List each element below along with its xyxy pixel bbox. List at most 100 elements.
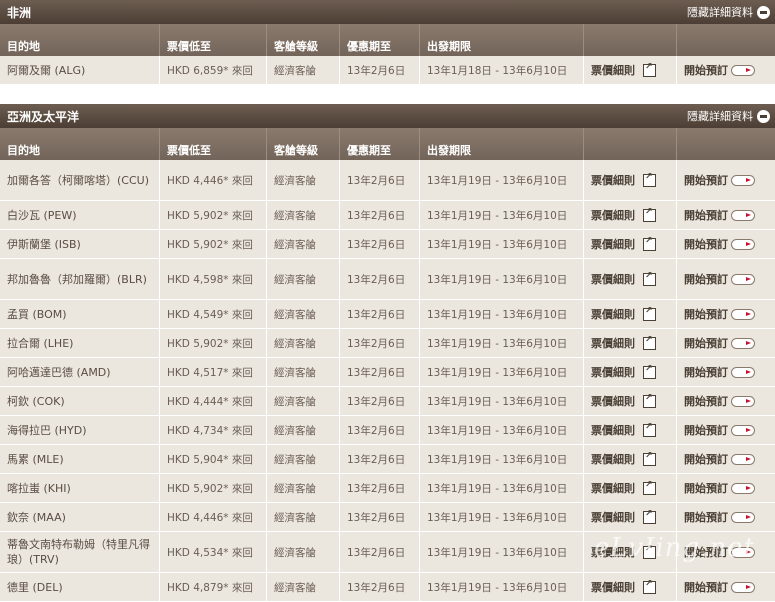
start-booking-button[interactable]: 開始預訂 bbox=[684, 271, 755, 287]
external-link-icon bbox=[643, 393, 656, 408]
start-booking-button[interactable]: 開始預訂 bbox=[684, 236, 755, 252]
external-link-icon bbox=[643, 62, 656, 77]
start-booking-label: 開始預訂 bbox=[684, 238, 728, 251]
book-cell: 開始預訂 bbox=[677, 416, 775, 444]
start-booking-button[interactable]: 開始預訂 bbox=[684, 306, 755, 322]
section-0: 非洲 隱藏詳細資料 目的地 票價低至 客艙等級 優惠期至 出發期限 阿爾及爾 (ALG) HKD… bbox=[0, 0, 775, 85]
fare-rules-label: 票價細則 bbox=[591, 337, 635, 350]
start-booking-button[interactable]: 開始預訂 bbox=[684, 509, 755, 525]
fare-rules-link[interactable]: 票價細則 bbox=[591, 306, 656, 322]
price-cell: HKD 4,517* 來回 bbox=[160, 358, 267, 386]
start-booking-label: 開始預訂 bbox=[684, 337, 728, 350]
offer-expiry-cell: 13年2月6日 bbox=[340, 445, 420, 473]
table-row: 海得拉巴 (HYD) HKD 4,734* 來回 經濟客艙 13年2月6日 13年1月1… bbox=[0, 416, 775, 445]
external-link-icon bbox=[643, 422, 656, 437]
fare-rules-cell: 票價細則 bbox=[584, 573, 677, 601]
start-booking-button[interactable]: 開始預訂 bbox=[684, 393, 755, 409]
hide-details-button[interactable]: 隱藏詳細資料 bbox=[687, 4, 770, 20]
cabin-cell: 經濟客艙 bbox=[267, 230, 340, 258]
fare-rules-label: 票價細則 bbox=[591, 64, 635, 77]
offer-expiry-cell: 13年2月6日 bbox=[340, 259, 420, 299]
fare-rules-link[interactable]: 票價細則 bbox=[591, 172, 656, 188]
fare-rules-link[interactable]: 票價細則 bbox=[591, 271, 656, 287]
start-booking-label: 開始預訂 bbox=[684, 424, 728, 437]
arrow-right-icon bbox=[731, 64, 755, 76]
start-booking-button[interactable]: 開始預訂 bbox=[684, 451, 755, 467]
offer-expiry-cell: 13年2月6日 bbox=[340, 56, 420, 84]
column-header-travel: 出發期限 bbox=[420, 128, 584, 160]
fare-rules-link[interactable]: 票價細則 bbox=[591, 335, 656, 351]
external-link-icon bbox=[643, 579, 656, 594]
cabin-cell: 經濟客艙 bbox=[267, 532, 340, 572]
arrow-right-icon bbox=[731, 308, 755, 320]
book-cell: 開始預訂 bbox=[677, 474, 775, 502]
cabin-cell: 經濟客艙 bbox=[267, 56, 340, 84]
column-header-expiry: 優惠期至 bbox=[340, 128, 420, 160]
destination-cell: 孟買 (BOM) bbox=[0, 300, 160, 328]
fare-rules-link[interactable]: 票價細則 bbox=[591, 509, 656, 525]
table-row: 欽奈 (MAA) HKD 4,446* 來回 經濟客艙 13年2月6日 13年1月19日… bbox=[0, 503, 775, 532]
hide-details-label: 隱藏詳細資料 bbox=[687, 110, 753, 123]
price-cell: HKD 4,446* 來回 bbox=[160, 503, 267, 531]
offer-expiry-cell: 13年2月6日 bbox=[340, 503, 420, 531]
fare-rules-link[interactable]: 票價細則 bbox=[591, 422, 656, 438]
table-row: 邦加魯魯（邦加羅爾）(BLR) HKD 4,598* 來回 經濟客艙 13年2月6日 1… bbox=[0, 259, 775, 300]
start-booking-label: 開始預訂 bbox=[684, 581, 728, 594]
start-booking-button[interactable]: 開始預訂 bbox=[684, 579, 755, 595]
destination-cell: 邦加魯魯（邦加羅爾）(BLR) bbox=[0, 259, 160, 299]
start-booking-label: 開始預訂 bbox=[684, 453, 728, 466]
start-booking-button[interactable]: 開始預訂 bbox=[684, 335, 755, 351]
column-header-dest: 目的地 bbox=[0, 24, 160, 56]
book-cell: 開始預訂 bbox=[677, 503, 775, 531]
fare-rules-cell: 票價細則 bbox=[584, 230, 677, 258]
start-booking-button[interactable]: 開始預訂 bbox=[684, 62, 755, 78]
table-row: 伊斯蘭堡 (ISB) HKD 5,902* 來回 經濟客艙 13年2月6日 13年1月1… bbox=[0, 230, 775, 259]
fare-rules-link[interactable]: 票價細則 bbox=[591, 62, 656, 78]
start-booking-label: 開始預訂 bbox=[684, 308, 728, 321]
start-booking-button[interactable]: 開始預訂 bbox=[684, 364, 755, 380]
offer-expiry-cell: 13年2月6日 bbox=[340, 300, 420, 328]
destination-cell: 馬累 (MLE) bbox=[0, 445, 160, 473]
price-cell: HKD 4,598* 來回 bbox=[160, 259, 267, 299]
price-cell: HKD 4,444* 來回 bbox=[160, 387, 267, 415]
column-header-row: 目的地 票價低至 客艙等級 優惠期至 出發期限 bbox=[0, 128, 775, 160]
fare-rules-label: 票價細則 bbox=[591, 482, 635, 495]
start-booking-button[interactable]: 開始預訂 bbox=[684, 422, 755, 438]
offer-expiry-cell: 13年2月6日 bbox=[340, 358, 420, 386]
table-row: 孟買 (BOM) HKD 4,549* 來回 經濟客艙 13年2月6日 13年1月19日… bbox=[0, 300, 775, 329]
table-row: 加爾各答（柯爾喀塔）(CCU) HKD 4,446* 來回 經濟客艙 13年2月6日 1… bbox=[0, 160, 775, 201]
external-link-icon bbox=[643, 236, 656, 251]
travel-period-cell: 13年1月19日 - 13年6月10日 bbox=[420, 201, 584, 229]
fare-rules-cell: 票價細則 bbox=[584, 445, 677, 473]
arrow-right-icon bbox=[731, 174, 755, 186]
start-booking-button[interactable]: 開始預訂 bbox=[684, 207, 755, 223]
table-row: 德里 (DEL) HKD 4,879* 來回 經濟客艙 13年2月6日 13年1月19日… bbox=[0, 573, 775, 602]
start-booking-button[interactable]: 開始預訂 bbox=[684, 480, 755, 496]
external-link-icon bbox=[643, 509, 656, 524]
fare-rules-link[interactable]: 票價細則 bbox=[591, 364, 656, 380]
price-cell: HKD 5,902* 來回 bbox=[160, 201, 267, 229]
fare-rules-label: 票價細則 bbox=[591, 209, 635, 222]
fare-rules-link[interactable]: 票價細則 bbox=[591, 393, 656, 409]
table-row: 阿爾及爾 (ALG) HKD 6,859* 來回 經濟客艙 13年2月6日 13年1月1… bbox=[0, 56, 775, 85]
fare-rules-cell: 票價細則 bbox=[584, 160, 677, 200]
offer-expiry-cell: 13年2月6日 bbox=[340, 329, 420, 357]
fare-rules-link[interactable]: 票價細則 bbox=[591, 207, 656, 223]
fare-rules-cell: 票價細則 bbox=[584, 56, 677, 84]
travel-period-cell: 13年1月19日 - 13年6月10日 bbox=[420, 416, 584, 444]
travel-period-cell: 13年1月19日 - 13年6月10日 bbox=[420, 259, 584, 299]
hide-details-button[interactable]: 隱藏詳細資料 bbox=[687, 108, 770, 124]
start-booking-button[interactable]: 開始預訂 bbox=[684, 172, 755, 188]
fare-rules-link[interactable]: 票價細則 bbox=[591, 236, 656, 252]
travel-period-cell: 13年1月19日 - 13年6月10日 bbox=[420, 503, 584, 531]
cabin-cell: 經濟客艙 bbox=[267, 416, 340, 444]
table-row: 白沙瓦 (PEW) HKD 5,902* 來回 經濟客艙 13年2月6日 13年1月19… bbox=[0, 201, 775, 230]
price-cell: HKD 5,902* 來回 bbox=[160, 230, 267, 258]
fare-rules-label: 票價細則 bbox=[591, 424, 635, 437]
destination-cell: 白沙瓦 (PEW) bbox=[0, 201, 160, 229]
fare-rules-link[interactable]: 票價細則 bbox=[591, 451, 656, 467]
book-cell: 開始預訂 bbox=[677, 259, 775, 299]
fare-rules-link[interactable]: 票價細則 bbox=[591, 579, 656, 595]
cabin-cell: 經濟客艙 bbox=[267, 160, 340, 200]
fare-rules-link[interactable]: 票價細則 bbox=[591, 480, 656, 496]
